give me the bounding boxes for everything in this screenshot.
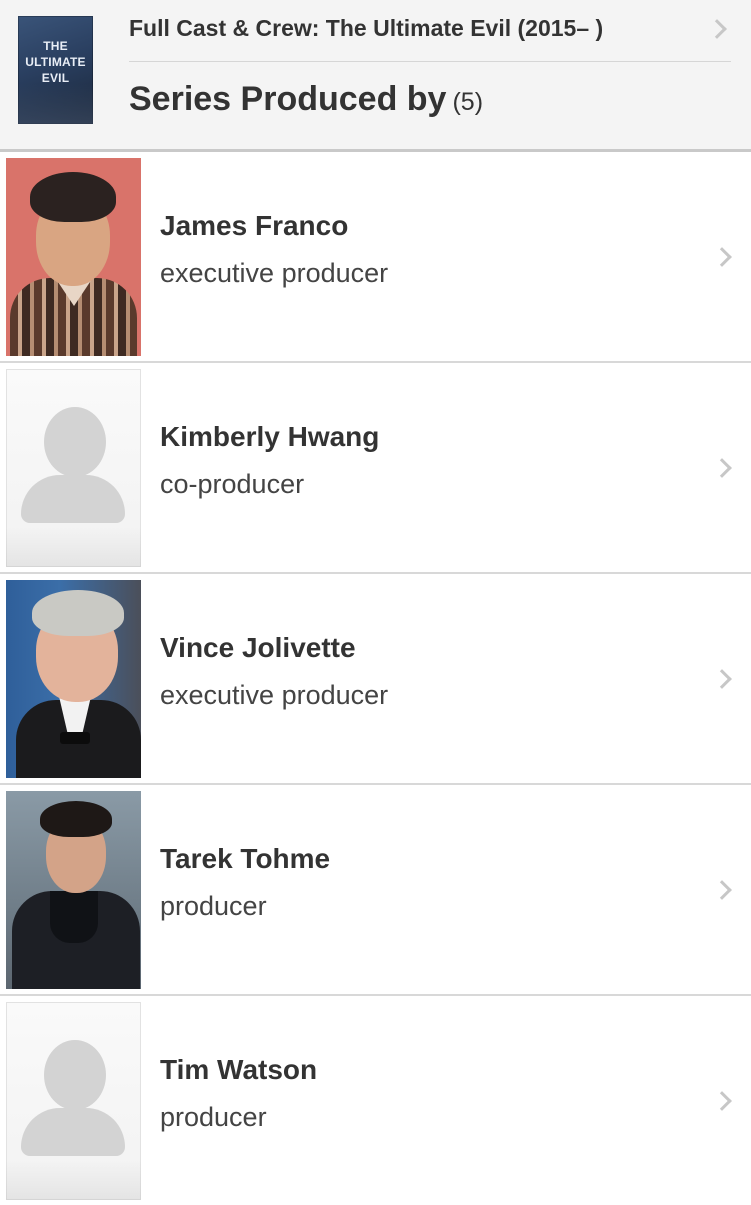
list-item-kimberly-hwang[interactable]: Kimberly Hwang co-producer — [0, 363, 751, 574]
chevron-right-icon[interactable] — [712, 1091, 732, 1111]
list-item-vince-jolivette[interactable]: Vince Jolivette executive producer — [0, 574, 751, 785]
person-role: executive producer — [160, 258, 389, 288]
person-role: executive producer — [160, 680, 389, 710]
person-role: producer — [160, 1102, 267, 1132]
silhouette-body — [21, 1108, 125, 1156]
person-role: producer — [160, 891, 267, 921]
person-placeholder-icon — [6, 1002, 141, 1200]
poster-title: THE ULTIMATE EVIL — [25, 39, 86, 85]
person-photo — [6, 580, 141, 778]
list-item-tarek-tohme[interactable]: Tarek Tohme producer — [0, 785, 751, 996]
page-title: Series Produced by (5) — [129, 80, 483, 119]
silhouette-head — [44, 1040, 106, 1110]
silhouette-body — [21, 475, 125, 523]
chevron-right-icon[interactable] — [707, 19, 727, 39]
page-header: THE ULTIMATE EVIL Full Cast & Crew: The … — [0, 0, 751, 152]
series-poster[interactable]: THE ULTIMATE EVIL — [18, 16, 93, 124]
person-name[interactable]: Vince Jolivette — [160, 632, 356, 664]
header-divider — [129, 61, 731, 62]
person-role: co-producer — [160, 469, 305, 499]
chevron-right-icon[interactable] — [712, 458, 732, 478]
person-photo — [6, 791, 141, 989]
person-name[interactable]: Kimberly Hwang — [160, 421, 379, 453]
section-count: (5) — [452, 88, 484, 116]
person-photo — [6, 158, 141, 356]
person-name[interactable]: Tim Watson — [160, 1054, 317, 1086]
list-item-tim-watson[interactable]: Tim Watson producer — [0, 996, 751, 1205]
person-name[interactable]: James Franco — [160, 210, 348, 242]
list-item-james-franco[interactable]: James Franco executive producer — [0, 152, 751, 363]
producer-list: James Franco executive producer Kimberly… — [0, 152, 751, 1205]
chevron-right-icon[interactable] — [712, 247, 732, 267]
section-title: Series Produced by — [129, 80, 447, 118]
chevron-right-icon[interactable] — [712, 669, 732, 689]
silhouette-head — [44, 407, 106, 477]
person-name[interactable]: Tarek Tohme — [160, 843, 330, 875]
breadcrumb-link[interactable]: Full Cast & Crew: The Ultimate Evil (201… — [129, 15, 603, 42]
chevron-right-icon[interactable] — [712, 880, 732, 900]
person-placeholder-icon — [6, 369, 141, 567]
